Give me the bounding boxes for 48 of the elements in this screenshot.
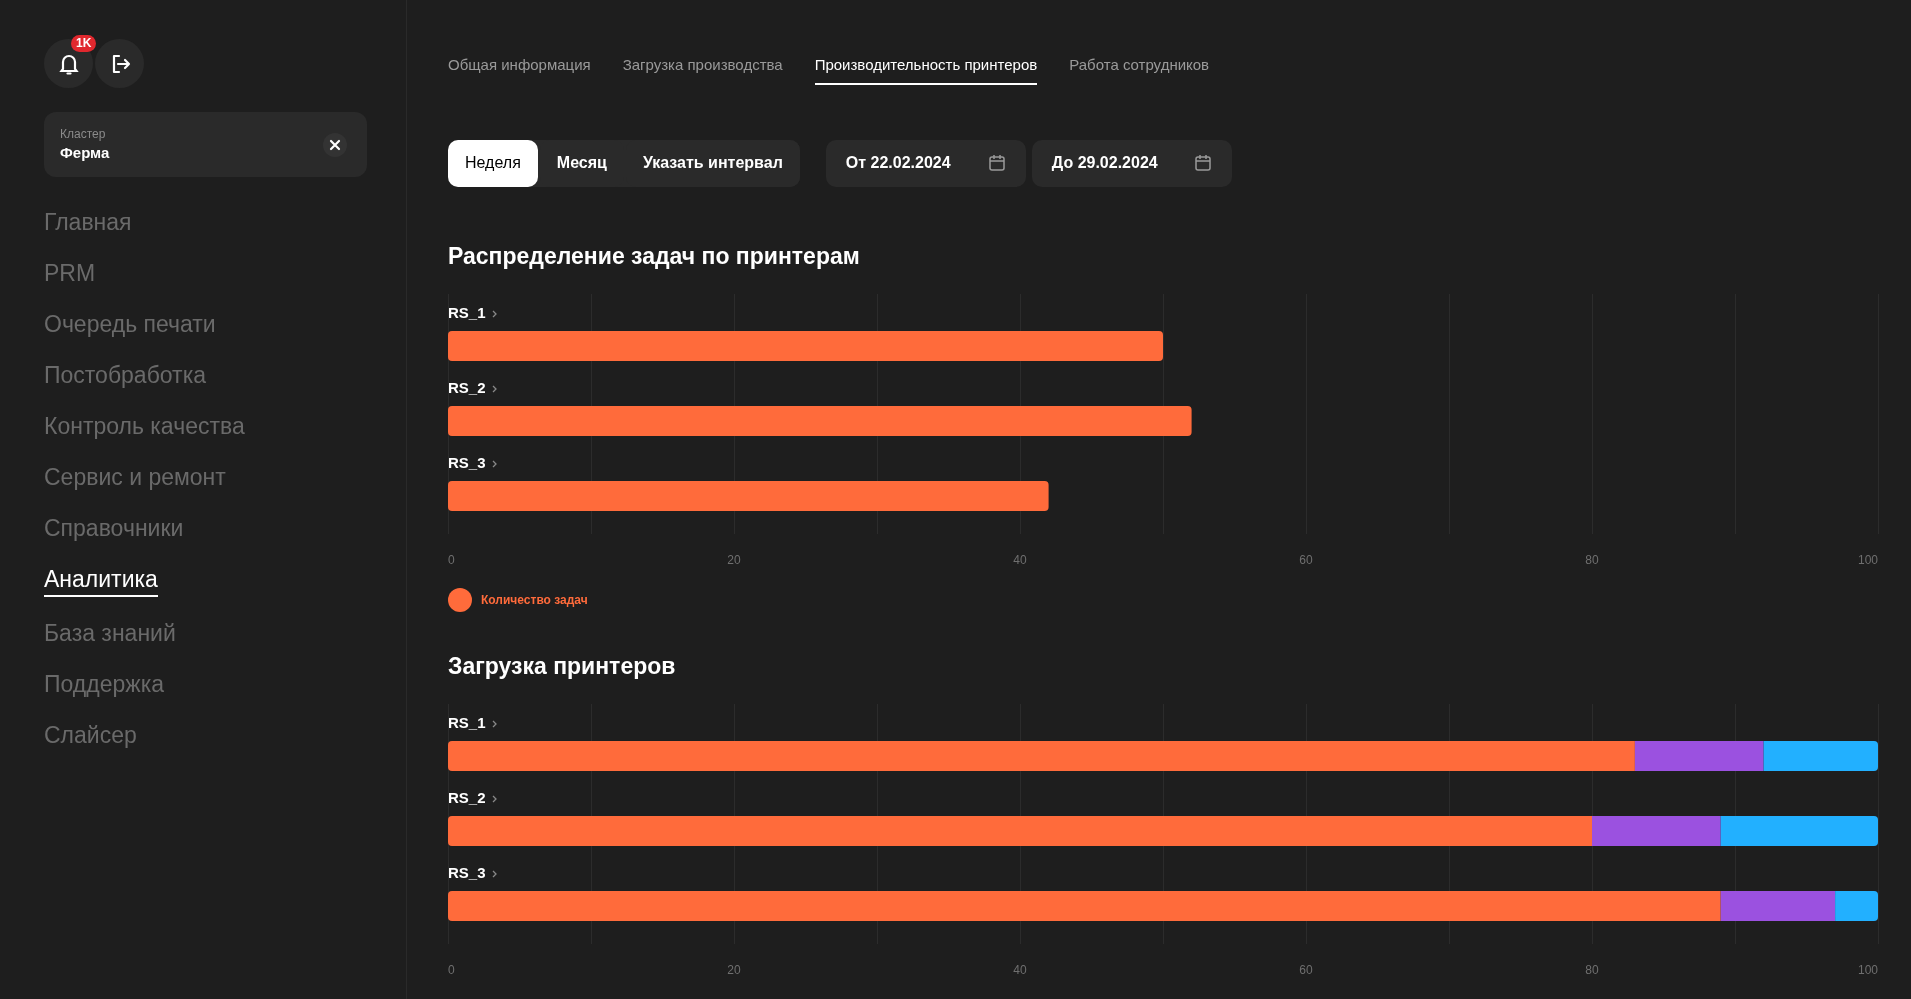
printer-label[interactable]: RS_3 <box>448 863 486 881</box>
chevron-icon <box>492 719 497 728</box>
printer-label[interactable]: RS_1 <box>448 303 486 321</box>
axis-tick-label: 40 <box>1013 552 1027 567</box>
date-field[interactable]: До 29.02.2024 <box>1031 139 1232 187</box>
printer-label[interactable]: RS_1 <box>448 713 486 731</box>
printer-label[interactable]: RS_2 <box>448 788 486 806</box>
nav-link[interactable]: Аналитика <box>44 564 158 597</box>
cluster-value: Ферма <box>60 142 110 163</box>
tab[interactable]: Загрузка производства <box>622 54 783 85</box>
chevron-icon <box>492 459 497 468</box>
axis-tick-label: 40 <box>1013 962 1027 977</box>
axis-tick-label: 80 <box>1585 962 1599 977</box>
date-field[interactable]: От 22.02.2024 <box>825 139 1026 187</box>
chevron-icon <box>492 794 497 803</box>
tab[interactable]: Общая информация <box>448 54 591 85</box>
tab[interactable]: Производительность принтеров <box>814 54 1038 85</box>
chevron-icon <box>492 869 497 878</box>
printer-label[interactable]: RS_3 <box>448 453 486 471</box>
axis-tick-label: 80 <box>1585 552 1599 567</box>
chevron-icon <box>492 309 497 318</box>
date-value: До 29.02.2024 <box>1051 153 1158 173</box>
tab[interactable]: Работа сотрудников <box>1069 54 1210 85</box>
axis-tick-label: 60 <box>1299 552 1313 567</box>
date-value: От 22.02.2024 <box>845 153 951 173</box>
calendar-icon <box>987 154 1006 172</box>
cluster-label: Кластер <box>60 125 107 142</box>
notification-badge: 1K <box>71 35 97 52</box>
calendar-icon <box>1193 154 1212 172</box>
chart-title: Распределение задач по принтерам <box>448 241 861 270</box>
printer-label[interactable]: RS_2 <box>448 378 486 396</box>
bell-icon <box>58 52 79 75</box>
axis-tick-label: 0 <box>448 552 455 567</box>
chart-title: Загрузка принтеров <box>448 651 677 680</box>
axis-tick-label: 100 <box>1857 962 1878 977</box>
chevron-icon <box>492 384 497 393</box>
axis-tick-label: 20 <box>727 962 741 977</box>
axis-tick-label: 100 <box>1857 552 1878 567</box>
legend-label: Количество задач <box>481 591 588 609</box>
period-option[interactable]: Неделя <box>448 139 538 187</box>
axis-tick-label: 0 <box>448 962 455 977</box>
logout-button[interactable] <box>95 39 144 88</box>
cluster-select[interactable]: Кластер Ферма <box>44 112 367 177</box>
notifications-button[interactable] <box>44 39 93 88</box>
axis-tick-label: 20 <box>727 552 741 567</box>
close-icon <box>329 138 341 151</box>
clear-button[interactable] <box>323 132 347 157</box>
axis-tick-label: 60 <box>1299 962 1313 977</box>
